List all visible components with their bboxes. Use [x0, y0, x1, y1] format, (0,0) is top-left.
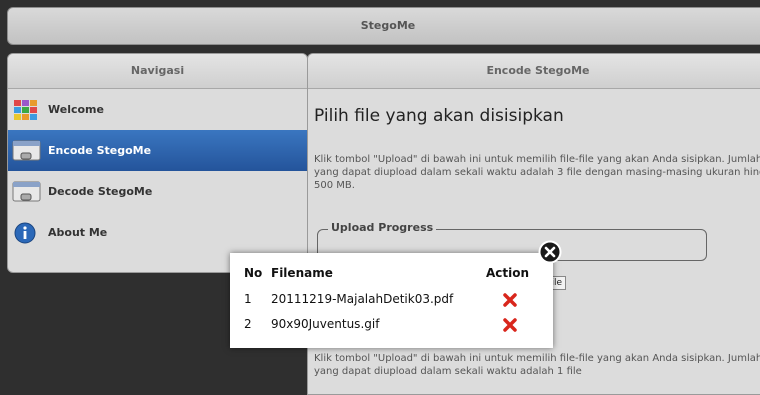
row-filename: 20111219-MajalahDetik03.pdf [271, 292, 454, 306]
nav-item-label: Decode StegoMe [48, 185, 153, 198]
row-number: 1 [244, 292, 252, 306]
nav-header: Navigasi [8, 54, 307, 89]
row-number: 2 [244, 317, 252, 331]
nav-item-welcome[interactable]: Welcome [8, 89, 307, 130]
nav-item-about[interactable]: About Me [8, 212, 307, 253]
page-title: Pilih file yang akan disisipkan [314, 106, 564, 126]
grid-icon [14, 99, 37, 120]
window-decode-icon [12, 181, 41, 201]
content-header: Encode StegoMe [308, 54, 760, 89]
upload-progress-legend: Upload Progress [328, 221, 437, 234]
delete-icon[interactable] [503, 293, 517, 307]
nav-item-label: About Me [48, 226, 108, 239]
column-header-action: Action [486, 266, 530, 280]
nav-item-decode[interactable]: Decode StegoMe [8, 171, 307, 212]
info-icon [14, 222, 36, 243]
row-filename: 90x90Juventus.gif [271, 317, 380, 331]
window-encode-icon [12, 140, 41, 160]
nav-item-label: Encode StegoMe [48, 144, 152, 157]
delete-icon[interactable] [503, 318, 517, 332]
nav-item-encode[interactable]: Encode StegoMe [8, 130, 307, 171]
app-title: StegoMe [360, 19, 416, 32]
column-header-filename: Filename [271, 266, 333, 280]
column-header-no: No [244, 266, 263, 280]
nav-item-label: Welcome [48, 103, 104, 116]
navigation-panel: Navigasi Welcome Encode StegoMe Decode S… [7, 53, 308, 273]
upload-queue-dialog: No Filename Action 1 20111219-MajalahDet… [230, 253, 553, 348]
app-title-bar: StegoMe [7, 7, 760, 45]
close-icon[interactable] [538, 240, 562, 264]
instructions-text: Klik tombol "Upload" di bawah ini untuk … [314, 154, 760, 191]
instructions-text-2: Klik tombol "Upload" di bawah ini untuk … [314, 353, 760, 377]
